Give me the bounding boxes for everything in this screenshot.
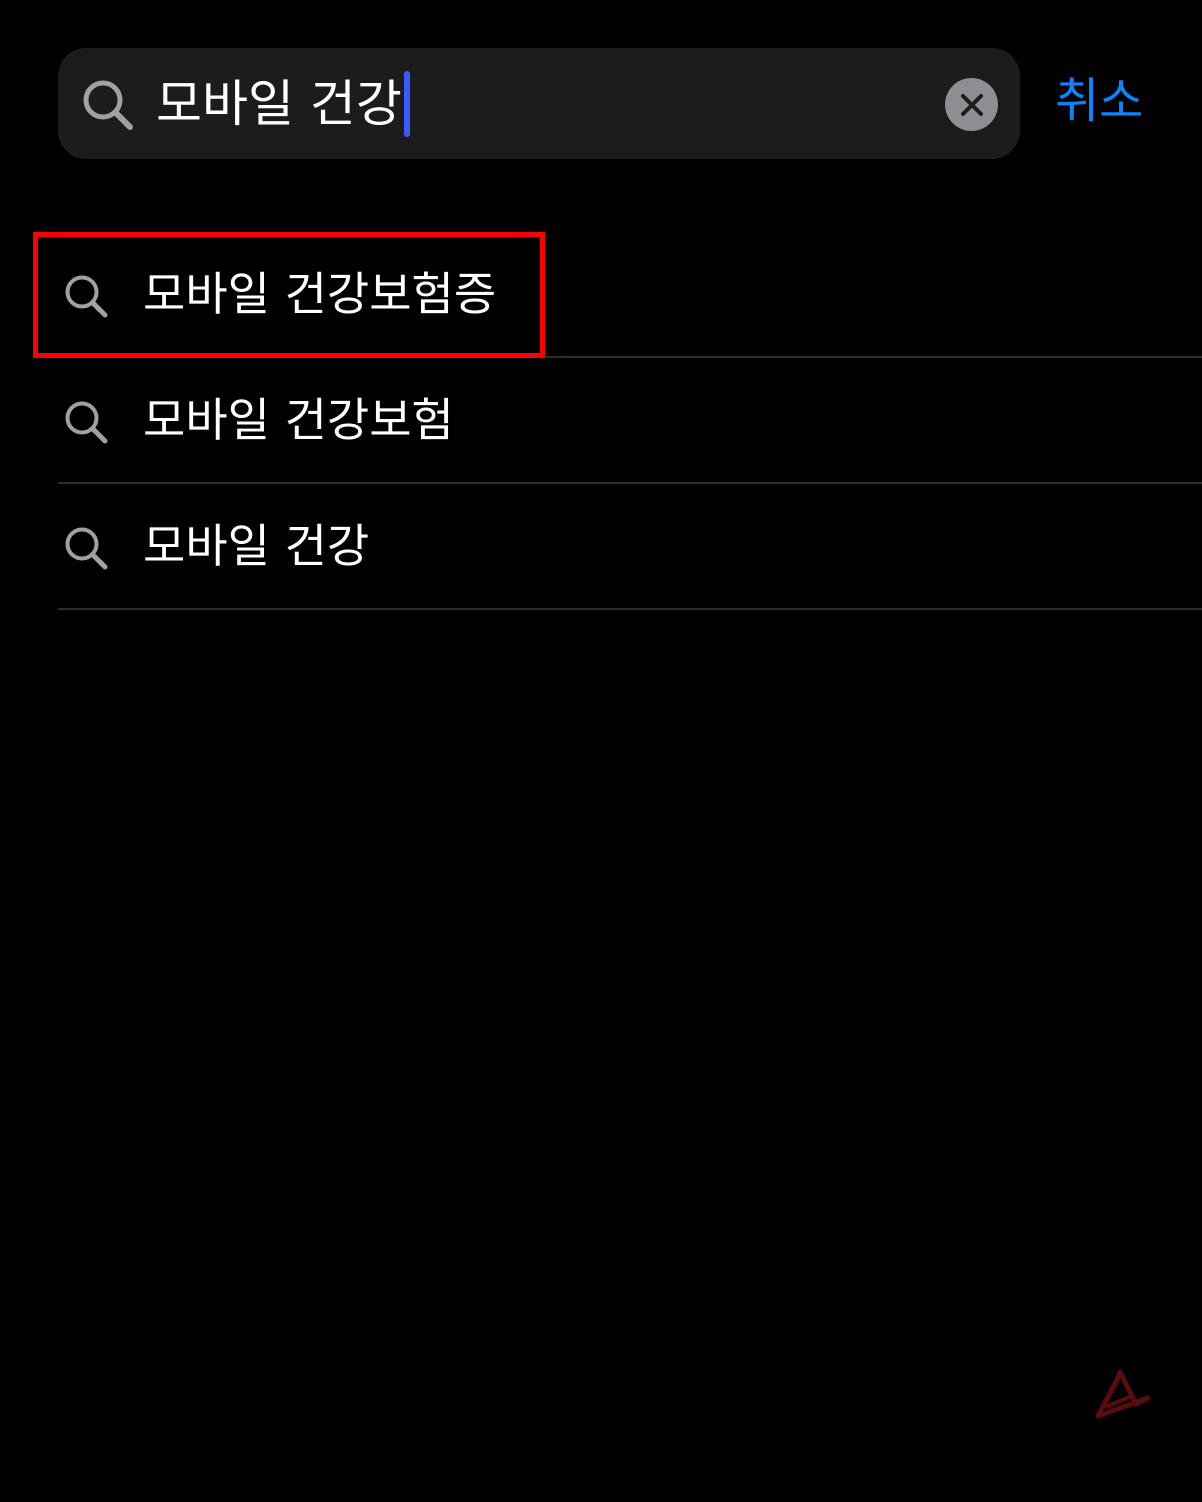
clear-search-button[interactable] [945,78,998,131]
suggestion-item[interactable]: 모바일 건강보험 [58,358,1202,484]
suggestion-label: 모바일 건강 [143,519,370,573]
search-bar[interactable]: 모바일 건강 [58,48,1020,159]
suggestion-list: 모바일 건강보험증 모바일 건강보험 모바일 건강 [58,232,1202,610]
search-input[interactable]: 모바일 건강 [156,48,410,159]
search-query-text: 모바일 건강 [156,74,402,133]
suggestion-item[interactable]: 모바일 건강보험증 [58,232,1202,358]
search-icon [83,80,133,130]
suggestion-label: 모바일 건강보험 [143,393,454,447]
search-icon [65,275,108,318]
search-icon [65,401,108,444]
suggestion-item[interactable]: 모바일 건강 [58,484,1202,610]
search-icon [65,527,108,570]
watermark-logo-icon [1095,1369,1150,1419]
text-caret [403,70,410,137]
close-icon [960,93,983,116]
suggestion-label: 모바일 건강보험증 [143,267,497,321]
cancel-button[interactable]: 취소 [1055,70,1143,132]
